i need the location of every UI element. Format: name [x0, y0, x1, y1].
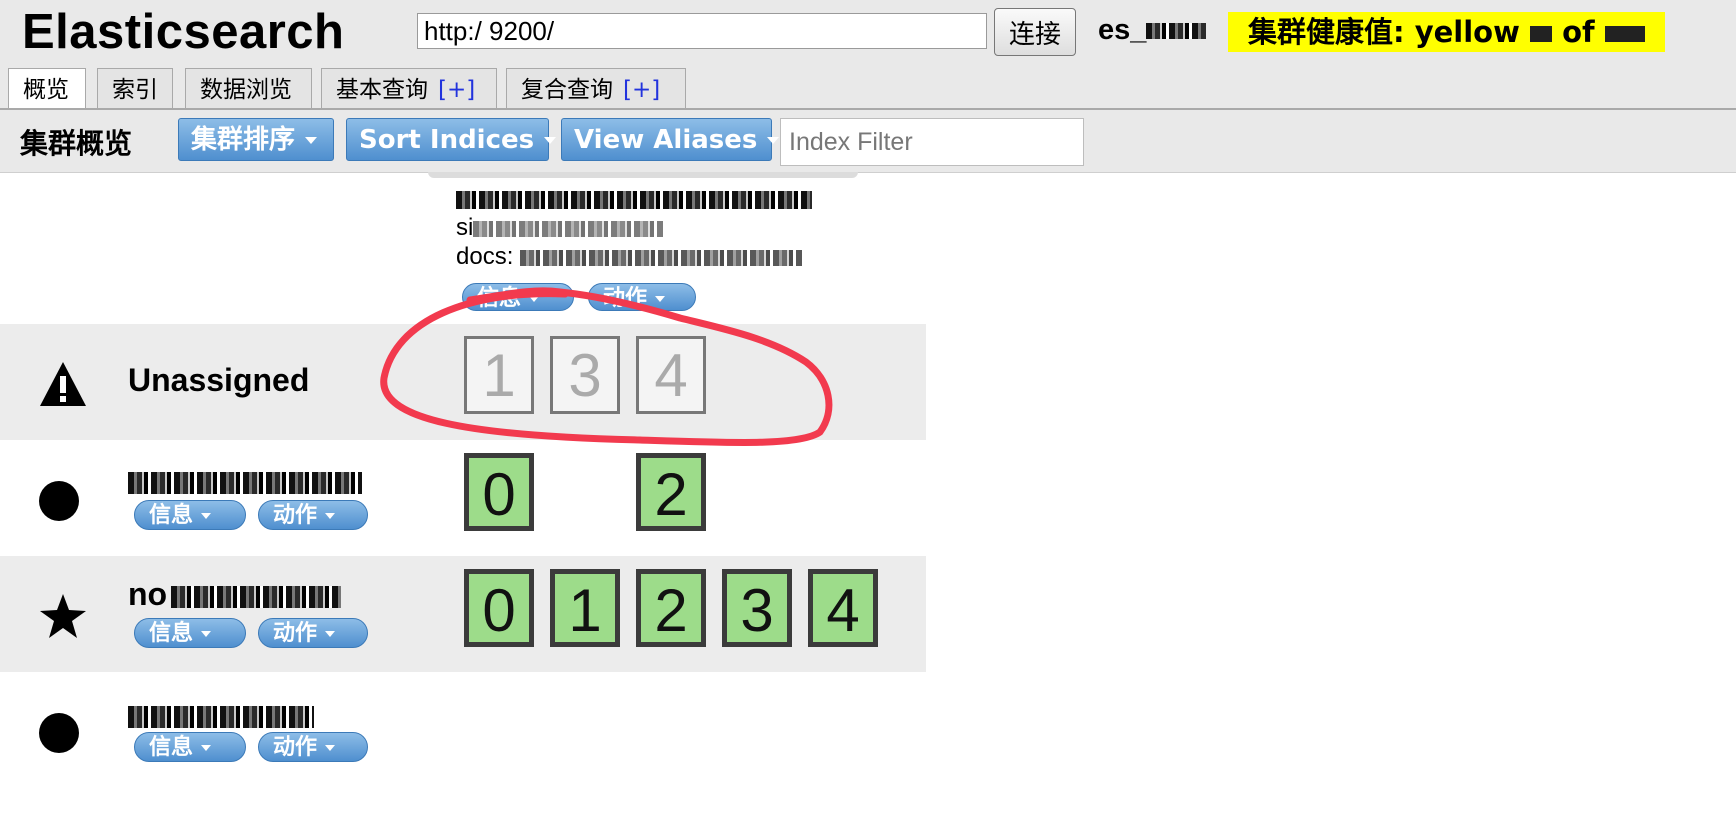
tab-basic-query[interactable]: 基本查询 [+]	[321, 68, 497, 108]
button-label: 信息	[149, 503, 194, 528]
shard-unassigned[interactable]: 1	[464, 336, 534, 414]
health-text: 集群健康值: yellow	[1248, 15, 1520, 49]
node-name	[128, 696, 314, 733]
node-action-button[interactable]: 动作	[258, 618, 368, 648]
index-action-button[interactable]: 动作	[588, 283, 696, 311]
unassigned-label: Unassigned	[128, 362, 310, 398]
redacted-text	[1529, 26, 1552, 42]
redacted-text	[520, 249, 803, 266]
node-name: no	[128, 576, 342, 613]
star-icon	[40, 594, 86, 638]
index-size-label: si	[456, 214, 474, 241]
node-info-button[interactable]: 信息	[134, 732, 246, 762]
warning-icon	[40, 362, 86, 406]
shard-unassigned[interactable]: 4	[636, 336, 706, 414]
index-filter-input[interactable]	[780, 118, 1084, 166]
button-label: 动作	[603, 286, 648, 311]
tab-browser[interactable]: 数据浏览	[185, 68, 312, 108]
tab-label: 基本查询	[336, 77, 428, 103]
chevron-down-icon	[767, 137, 780, 144]
node-row: 信息 动作 0 2	[0, 440, 926, 556]
button-label: 动作	[273, 503, 318, 528]
shard-started[interactable]: 1	[550, 569, 620, 647]
redacted-text	[1146, 23, 1207, 40]
header-bar: Elasticsearch 连接 es_ 集群健康值: yellow of 概览…	[0, 0, 1736, 110]
node-action-button[interactable]: 动作	[258, 732, 368, 762]
node-action-button[interactable]: 动作	[258, 500, 368, 530]
node-info-button[interactable]: 信息	[134, 618, 246, 648]
index-column-header	[428, 172, 858, 178]
cluster-name: es_	[1098, 14, 1207, 47]
button-label: 动作	[273, 735, 318, 760]
app-title: Elasticsearch	[22, 5, 345, 59]
index-card: si docs:	[456, 184, 812, 271]
tab-label: 索引	[112, 77, 158, 103]
chevron-down-icon	[544, 137, 557, 144]
shard-started[interactable]: 0	[464, 569, 534, 647]
node-name	[128, 462, 362, 499]
node-info-button[interactable]: 信息	[134, 500, 246, 530]
index-docs-label: docs:	[456, 243, 514, 270]
cluster-health-badge: 集群健康值: yellow of	[1228, 12, 1665, 52]
tab-structured-query[interactable]: 复合查询 [+]	[506, 68, 686, 108]
tab-label: 数据浏览	[200, 77, 292, 103]
button-label: Sort Indices	[359, 125, 535, 155]
shard-started[interactable]: 2	[636, 569, 706, 647]
chevron-down-icon	[325, 513, 336, 519]
button-label: 信息	[149, 621, 194, 646]
redacted-text	[473, 220, 664, 237]
tab-label: 概览	[23, 77, 69, 103]
connect-button[interactable]: 连接	[994, 8, 1076, 56]
tab-label: 复合查询	[521, 77, 613, 103]
chevron-down-icon	[529, 296, 540, 302]
shard-started[interactable]: 4	[808, 569, 878, 647]
cluster-name-text: es_	[1098, 14, 1147, 46]
button-label: 集群排序	[191, 125, 296, 155]
tab-plus: [+]	[438, 77, 476, 103]
unassigned-row: Unassigned 1 3 4	[0, 324, 926, 440]
health-of-text: of	[1562, 15, 1595, 49]
button-label: 信息	[149, 735, 194, 760]
redacted-text	[128, 705, 314, 728]
node-name-text: no	[128, 576, 168, 612]
circle-icon	[39, 713, 79, 753]
index-docs: docs:	[456, 242, 812, 271]
chevron-down-icon	[325, 745, 336, 751]
button-label: View Aliases	[574, 125, 758, 155]
node-row: 信息 动作	[0, 672, 926, 788]
chevron-down-icon	[655, 296, 666, 302]
button-label: 信息	[477, 286, 522, 311]
shard-unassigned[interactable]: 3	[550, 336, 620, 414]
chevron-down-icon	[201, 631, 212, 637]
tab-plus: [+]	[623, 77, 661, 103]
shard-started[interactable]: 3	[722, 569, 792, 647]
cluster-sort-button[interactable]: 集群排序	[178, 118, 334, 161]
redacted-text	[1604, 26, 1645, 42]
tab-indices[interactable]: 索引	[97, 68, 173, 108]
chevron-down-icon	[325, 631, 336, 637]
sort-indices-button[interactable]: Sort Indices	[346, 118, 557, 161]
index-size: si	[456, 213, 812, 242]
button-label: 动作	[273, 621, 318, 646]
redacted-text	[171, 585, 342, 608]
view-aliases-button[interactable]: View Aliases	[561, 118, 780, 161]
toolbar-title: 集群概览	[20, 127, 133, 160]
redacted-text	[128, 471, 362, 494]
index-info-button[interactable]: 信息	[462, 283, 574, 311]
master-node-row: no 信息 动作 0 1 2 3 4	[0, 556, 926, 672]
shard-started[interactable]: 0	[464, 453, 534, 531]
chevron-down-icon	[201, 745, 212, 751]
overview-toolbar: 集群概览 集群排序 Sort Indices View Aliases	[0, 110, 1736, 173]
index-name	[456, 184, 812, 213]
chevron-down-icon	[201, 513, 212, 519]
circle-icon	[39, 481, 79, 521]
url-input[interactable]	[417, 13, 987, 49]
chevron-down-icon	[305, 137, 318, 144]
redacted-text	[456, 190, 812, 209]
shard-started[interactable]: 2	[636, 453, 706, 531]
tab-overview[interactable]: 概览	[8, 68, 86, 110]
